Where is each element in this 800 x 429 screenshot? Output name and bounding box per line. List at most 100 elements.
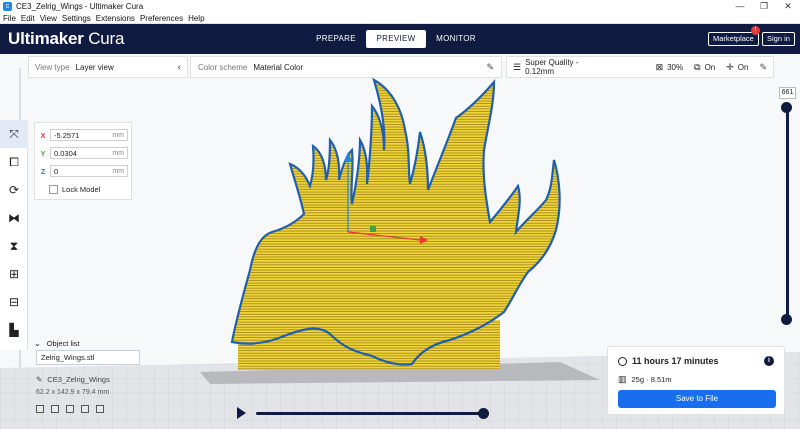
mirror-tool-icon[interactable]: ⧓ bbox=[0, 204, 28, 232]
color-scheme-value: Material Color bbox=[253, 62, 304, 72]
info-icon[interactable]: i bbox=[764, 356, 774, 366]
view-top-icon[interactable] bbox=[66, 405, 74, 413]
z-coordinate-input[interactable]: 0 mm bbox=[50, 165, 128, 177]
per-model-settings-icon[interactable]: ⧗ bbox=[0, 232, 28, 260]
menu-extensions[interactable]: Extensions bbox=[96, 13, 135, 24]
y-unit: mm bbox=[112, 149, 124, 157]
view-type-value: Layer view bbox=[75, 62, 114, 72]
tab-prepare[interactable]: PREPARE bbox=[306, 30, 366, 48]
z-value: 0 bbox=[54, 166, 59, 176]
camera-view-buttons bbox=[36, 405, 111, 413]
window-titlebar: c CE3_Zelrig_Wings - Ultimaker Cura — ❐ … bbox=[0, 0, 800, 13]
adhesion-setting[interactable]: ✛ On bbox=[726, 62, 748, 73]
notification-badge: ! bbox=[751, 26, 760, 35]
layer-slider-bottom-handle[interactable] bbox=[781, 314, 792, 325]
layer-number-input[interactable]: 661 bbox=[779, 87, 796, 99]
pencil-icon[interactable]: ✎ bbox=[759, 62, 767, 73]
view-right-icon[interactable] bbox=[96, 405, 104, 413]
sign-in-button[interactable]: Sign in bbox=[762, 32, 795, 46]
support-setting[interactable]: ⧉ On bbox=[694, 62, 715, 73]
tab-monitor[interactable]: MONITOR bbox=[426, 30, 486, 48]
window-title: CE3_Zelrig_Wings - Ultimaker Cura bbox=[16, 2, 144, 11]
stage-tabs: PREPARE PREVIEW MONITOR bbox=[306, 30, 486, 48]
move-tool-icon[interactable]: ⤧ bbox=[0, 120, 28, 148]
support-value: On bbox=[704, 62, 716, 72]
view-front-icon[interactable] bbox=[51, 405, 59, 413]
x-value: -5.2571 bbox=[54, 130, 80, 140]
menu-bar: File Edit View Settings Extensions Prefe… bbox=[0, 13, 800, 24]
tab-preview[interactable]: PREVIEW bbox=[366, 30, 426, 48]
infill-icon: ⊠ bbox=[655, 61, 664, 72]
scale-tool-icon[interactable]: ⧠ bbox=[0, 148, 28, 176]
infill-value: 30% bbox=[667, 62, 684, 72]
adhesion-icon: ✛ bbox=[726, 61, 734, 72]
menu-view[interactable]: View bbox=[40, 13, 57, 24]
simulation-slider-handle[interactable] bbox=[478, 408, 489, 419]
save-to-file-button[interactable]: Save to File bbox=[618, 390, 776, 408]
filament-icon: ▥ bbox=[618, 374, 627, 384]
color-scheme-panel[interactable]: Color scheme Material Color ✎ bbox=[190, 56, 502, 78]
quality-icon: ☰ bbox=[513, 61, 522, 72]
ultimaker-cura-logo: Ultimaker Cura bbox=[8, 29, 124, 49]
lock-model-checkbox[interactable] bbox=[49, 185, 58, 194]
menu-preferences[interactable]: Preferences bbox=[140, 13, 183, 24]
object-list-toggle[interactable]: ⌄ Object list bbox=[34, 339, 80, 348]
print-settings-panel[interactable]: ☰ Super Quality - 0.12mm ⊠ 30% ⧉ On ✛ On… bbox=[506, 56, 774, 78]
lock-model-row[interactable]: Lock Model bbox=[49, 185, 100, 194]
view-left-icon[interactable] bbox=[81, 405, 89, 413]
restore-icon[interactable]: ❐ bbox=[752, 0, 776, 13]
y-coordinate-input[interactable]: 0.0304 mm bbox=[50, 147, 128, 159]
color-scheme-label: Color scheme bbox=[198, 62, 248, 72]
x-axis-label: X bbox=[40, 130, 46, 140]
rotate-tool-icon[interactable]: ⟳ bbox=[0, 176, 28, 204]
material-usage-row: ▥ 25g · 8.51m bbox=[618, 374, 672, 385]
pencil-icon[interactable]: ✎ bbox=[486, 62, 494, 73]
x-coordinate-row: X -5.2571 mm bbox=[39, 128, 129, 142]
z-coordinate-row: Z 0 mm bbox=[39, 164, 129, 178]
mesh-tools-icon[interactable]: ⊟ bbox=[0, 288, 28, 316]
object-list-label: Object list bbox=[46, 339, 80, 348]
x-unit: mm bbox=[112, 131, 124, 139]
app-header: Ultimaker Cura PREPARE PREVIEW MONITOR M… bbox=[0, 24, 800, 54]
menu-edit[interactable]: Edit bbox=[21, 13, 35, 24]
menu-settings[interactable]: Settings bbox=[62, 13, 91, 24]
model-wings bbox=[230, 77, 561, 366]
support-blocker-icon[interactable]: ⊞ bbox=[0, 260, 28, 288]
simulation-slider-track[interactable] bbox=[256, 412, 484, 415]
object-dimensions: 62.2 x 142.9 x 79.4 mm bbox=[36, 389, 110, 396]
pencil-icon: ✎ bbox=[36, 375, 43, 384]
support-icon: ⧉ bbox=[694, 61, 701, 72]
print-time-row: 11 hours 17 minutes bbox=[618, 356, 719, 366]
view-3d-icon[interactable] bbox=[36, 405, 44, 413]
lock-model-label: Lock Model bbox=[62, 185, 101, 194]
move-tool-panel: X -5.2571 mm Y 0.0304 mm Z 0 mm Lock Mod… bbox=[34, 122, 132, 200]
y-axis-handle bbox=[370, 226, 376, 232]
print-time: 11 hours 17 minutes bbox=[632, 356, 719, 366]
tool-sidebar: ⤧ ⧠ ⟳ ⧓ ⧗ ⊞ ⊟ ▙ bbox=[0, 120, 28, 350]
y-axis-label: Y bbox=[40, 148, 46, 158]
y-value: 0.0304 bbox=[54, 148, 77, 158]
minimize-icon[interactable]: — bbox=[728, 0, 752, 13]
layer-slider-top-handle[interactable] bbox=[781, 102, 792, 113]
object-name-row[interactable]: ✎ CE3_Zelrig_Wings bbox=[36, 375, 110, 384]
marketplace-button[interactable]: Marketplace bbox=[708, 32, 759, 46]
menu-help[interactable]: Help bbox=[188, 13, 204, 24]
material-usage: 25g · 8.51m bbox=[631, 375, 672, 384]
menu-file[interactable]: File bbox=[3, 13, 16, 24]
quality-setting[interactable]: ☰ Super Quality - 0.12mm bbox=[513, 58, 608, 76]
chevron-left-icon[interactable]: ‹ bbox=[178, 62, 181, 73]
brand-light: Cura bbox=[88, 29, 125, 48]
cura-app-icon: c bbox=[3, 2, 12, 11]
clock-icon bbox=[618, 356, 627, 366]
x-coordinate-input[interactable]: -5.2571 mm bbox=[50, 129, 128, 141]
object-list-item[interactable]: Zelrig_Wings.stl bbox=[36, 350, 140, 365]
stairs-tool-icon[interactable]: ▙ bbox=[0, 316, 28, 344]
layer-slider-track[interactable] bbox=[786, 107, 789, 320]
adhesion-value: On bbox=[737, 62, 749, 72]
view-type-panel[interactable]: View type Layer view ‹ bbox=[28, 56, 188, 78]
close-icon[interactable]: ✕ bbox=[776, 0, 800, 13]
play-icon[interactable] bbox=[237, 407, 246, 419]
z-unit: mm bbox=[112, 167, 124, 175]
window-controls: — ❐ ✕ bbox=[728, 0, 800, 13]
infill-setting[interactable]: ⊠ 30% bbox=[656, 62, 684, 73]
